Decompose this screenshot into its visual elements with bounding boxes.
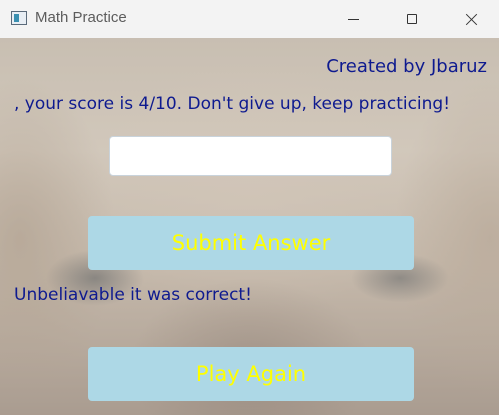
credit-label: Created by Jbaruz: [326, 56, 487, 77]
feedback-message: Unbeliavable it was correct!: [14, 285, 252, 305]
maximize-icon: [407, 14, 417, 24]
maximize-button[interactable]: [389, 0, 435, 38]
submit-answer-button[interactable]: Submit Answer: [88, 216, 414, 270]
window-title: Math Practice: [35, 9, 127, 26]
app-window-icon: [11, 11, 27, 25]
close-icon: [465, 13, 478, 26]
close-button[interactable]: [448, 0, 494, 38]
minimize-icon: [347, 18, 359, 20]
minimize-button[interactable]: [330, 0, 376, 38]
play-again-button[interactable]: Play Again: [88, 347, 414, 401]
answer-input[interactable]: [109, 136, 392, 176]
score-message: , your score is 4/10. Don't give up, kee…: [14, 94, 451, 114]
background-image: Created by Jbaruz , your score is 4/10. …: [0, 38, 499, 415]
app-window: Math Practice Created by Jbaruz , your s…: [0, 0, 499, 415]
title-bar[interactable]: Math Practice: [0, 0, 499, 38]
